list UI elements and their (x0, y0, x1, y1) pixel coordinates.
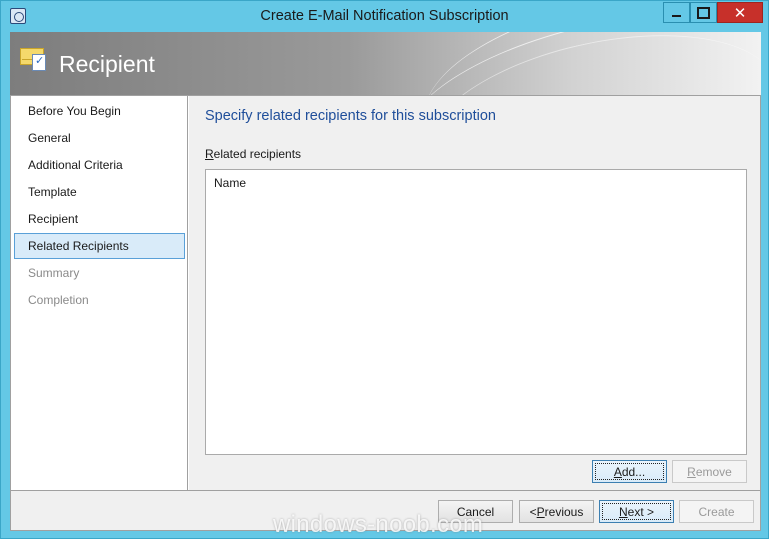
nav-item-general[interactable]: General (14, 125, 185, 151)
add-button[interactable]: Add... (592, 460, 667, 483)
related-recipients-list[interactable]: Name (205, 169, 747, 455)
related-recipients-label: Related recipients (205, 147, 302, 161)
watermark: windows-noob.com (273, 511, 484, 538)
wizard-header: Recipient (10, 32, 761, 95)
next-button[interactable]: Next > (599, 500, 674, 523)
step-content: Specify related recipients for this subs… (189, 96, 760, 490)
title-bar[interactable]: Create E-Mail Notification Subscription … (1, 1, 768, 31)
nav-item-completion: Completion (28, 293, 89, 307)
remove-button: Remove (672, 460, 747, 483)
nav-item-additional-criteria[interactable]: Additional Criteria (14, 152, 185, 178)
envelope-checklist-icon (20, 46, 50, 71)
window-title: Create E-Mail Notification Subscription (260, 8, 509, 24)
create-button: Create (679, 500, 754, 523)
step-heading: Specify related recipients for this subs… (205, 108, 496, 124)
nav-item-recipient[interactable]: Recipient (14, 206, 185, 232)
dialog-window: Create E-Mail Notification Subscription … (0, 0, 769, 539)
wizard-steps-nav: Before You Begin General Additional Crit… (11, 96, 188, 490)
wizard-body: Before You Begin General Additional Crit… (10, 95, 761, 491)
minimize-button[interactable] (663, 2, 690, 23)
maximize-button[interactable] (690, 2, 717, 23)
nav-item-related-recipients[interactable]: Related Recipients (14, 233, 185, 259)
nav-item-template[interactable]: Template (14, 179, 185, 205)
nav-item-before-you-begin[interactable]: Before You Begin (14, 98, 185, 124)
close-button[interactable]: ✕ (717, 2, 763, 23)
name-column-header[interactable]: Name (214, 176, 246, 190)
nav-item-summary: Summary (28, 266, 80, 280)
page-title: Recipient (59, 51, 155, 77)
previous-button[interactable]: < Previous (519, 500, 594, 523)
